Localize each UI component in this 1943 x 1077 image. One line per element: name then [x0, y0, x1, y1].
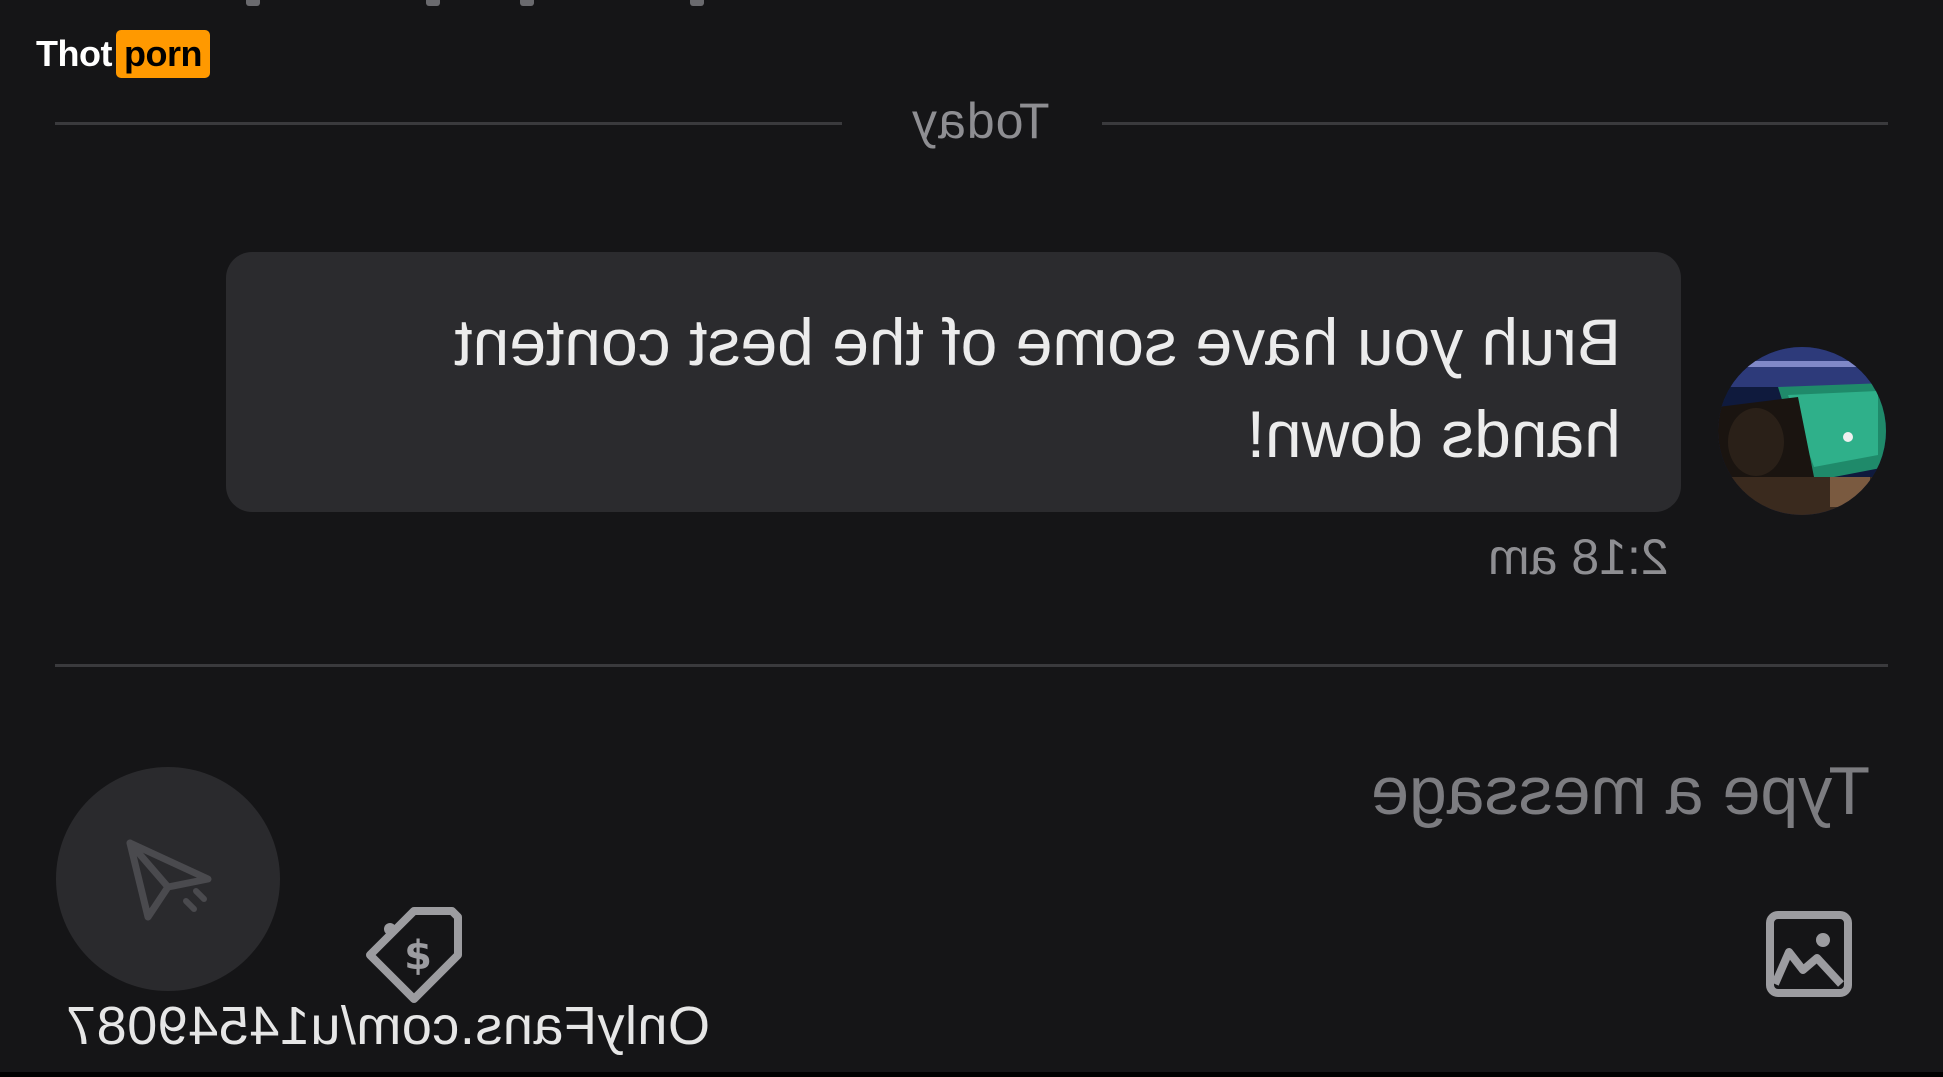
- bottom-edge: [0, 1072, 1943, 1077]
- message-text-line-2: hands down!: [1246, 397, 1621, 471]
- message-bubble[interactable]: Bruh you have some of the best content h…: [226, 252, 1681, 512]
- site-watermark-logo: Thot porn: [36, 29, 210, 79]
- svg-text:$: $: [404, 933, 432, 979]
- day-divider-left: [55, 122, 842, 125]
- day-divider-label: Today: [910, 93, 1050, 149]
- message-text: Bruh you have some of the best content h…: [281, 296, 1621, 480]
- chat-screen: Thot porn Today Bruh you have some of th…: [0, 0, 1943, 1077]
- price-tag-icon[interactable]: $: [362, 903, 466, 1007]
- composer-separator: [55, 664, 1888, 667]
- watermark-text-thot: Thot: [36, 33, 112, 74]
- message-text-line-1: Bruh you have some of the best content: [454, 305, 1621, 379]
- top-cropped-strip: [0, 0, 1943, 14]
- avatar-photo: [1718, 347, 1886, 515]
- day-divider-right: [1102, 122, 1888, 125]
- watermark-text-porn: porn: [115, 30, 210, 78]
- send-icon: [126, 839, 212, 921]
- sender-avatar[interactable]: [1718, 347, 1886, 515]
- profile-url-overlay: OnlyFans.com/u145490​87: [65, 996, 710, 1056]
- image-icon[interactable]: [1765, 910, 1853, 998]
- message-timestamp: 2:18 am: [1488, 529, 1669, 585]
- message-input[interactable]: Type a message: [1220, 752, 1870, 842]
- send-button[interactable]: [56, 767, 280, 991]
